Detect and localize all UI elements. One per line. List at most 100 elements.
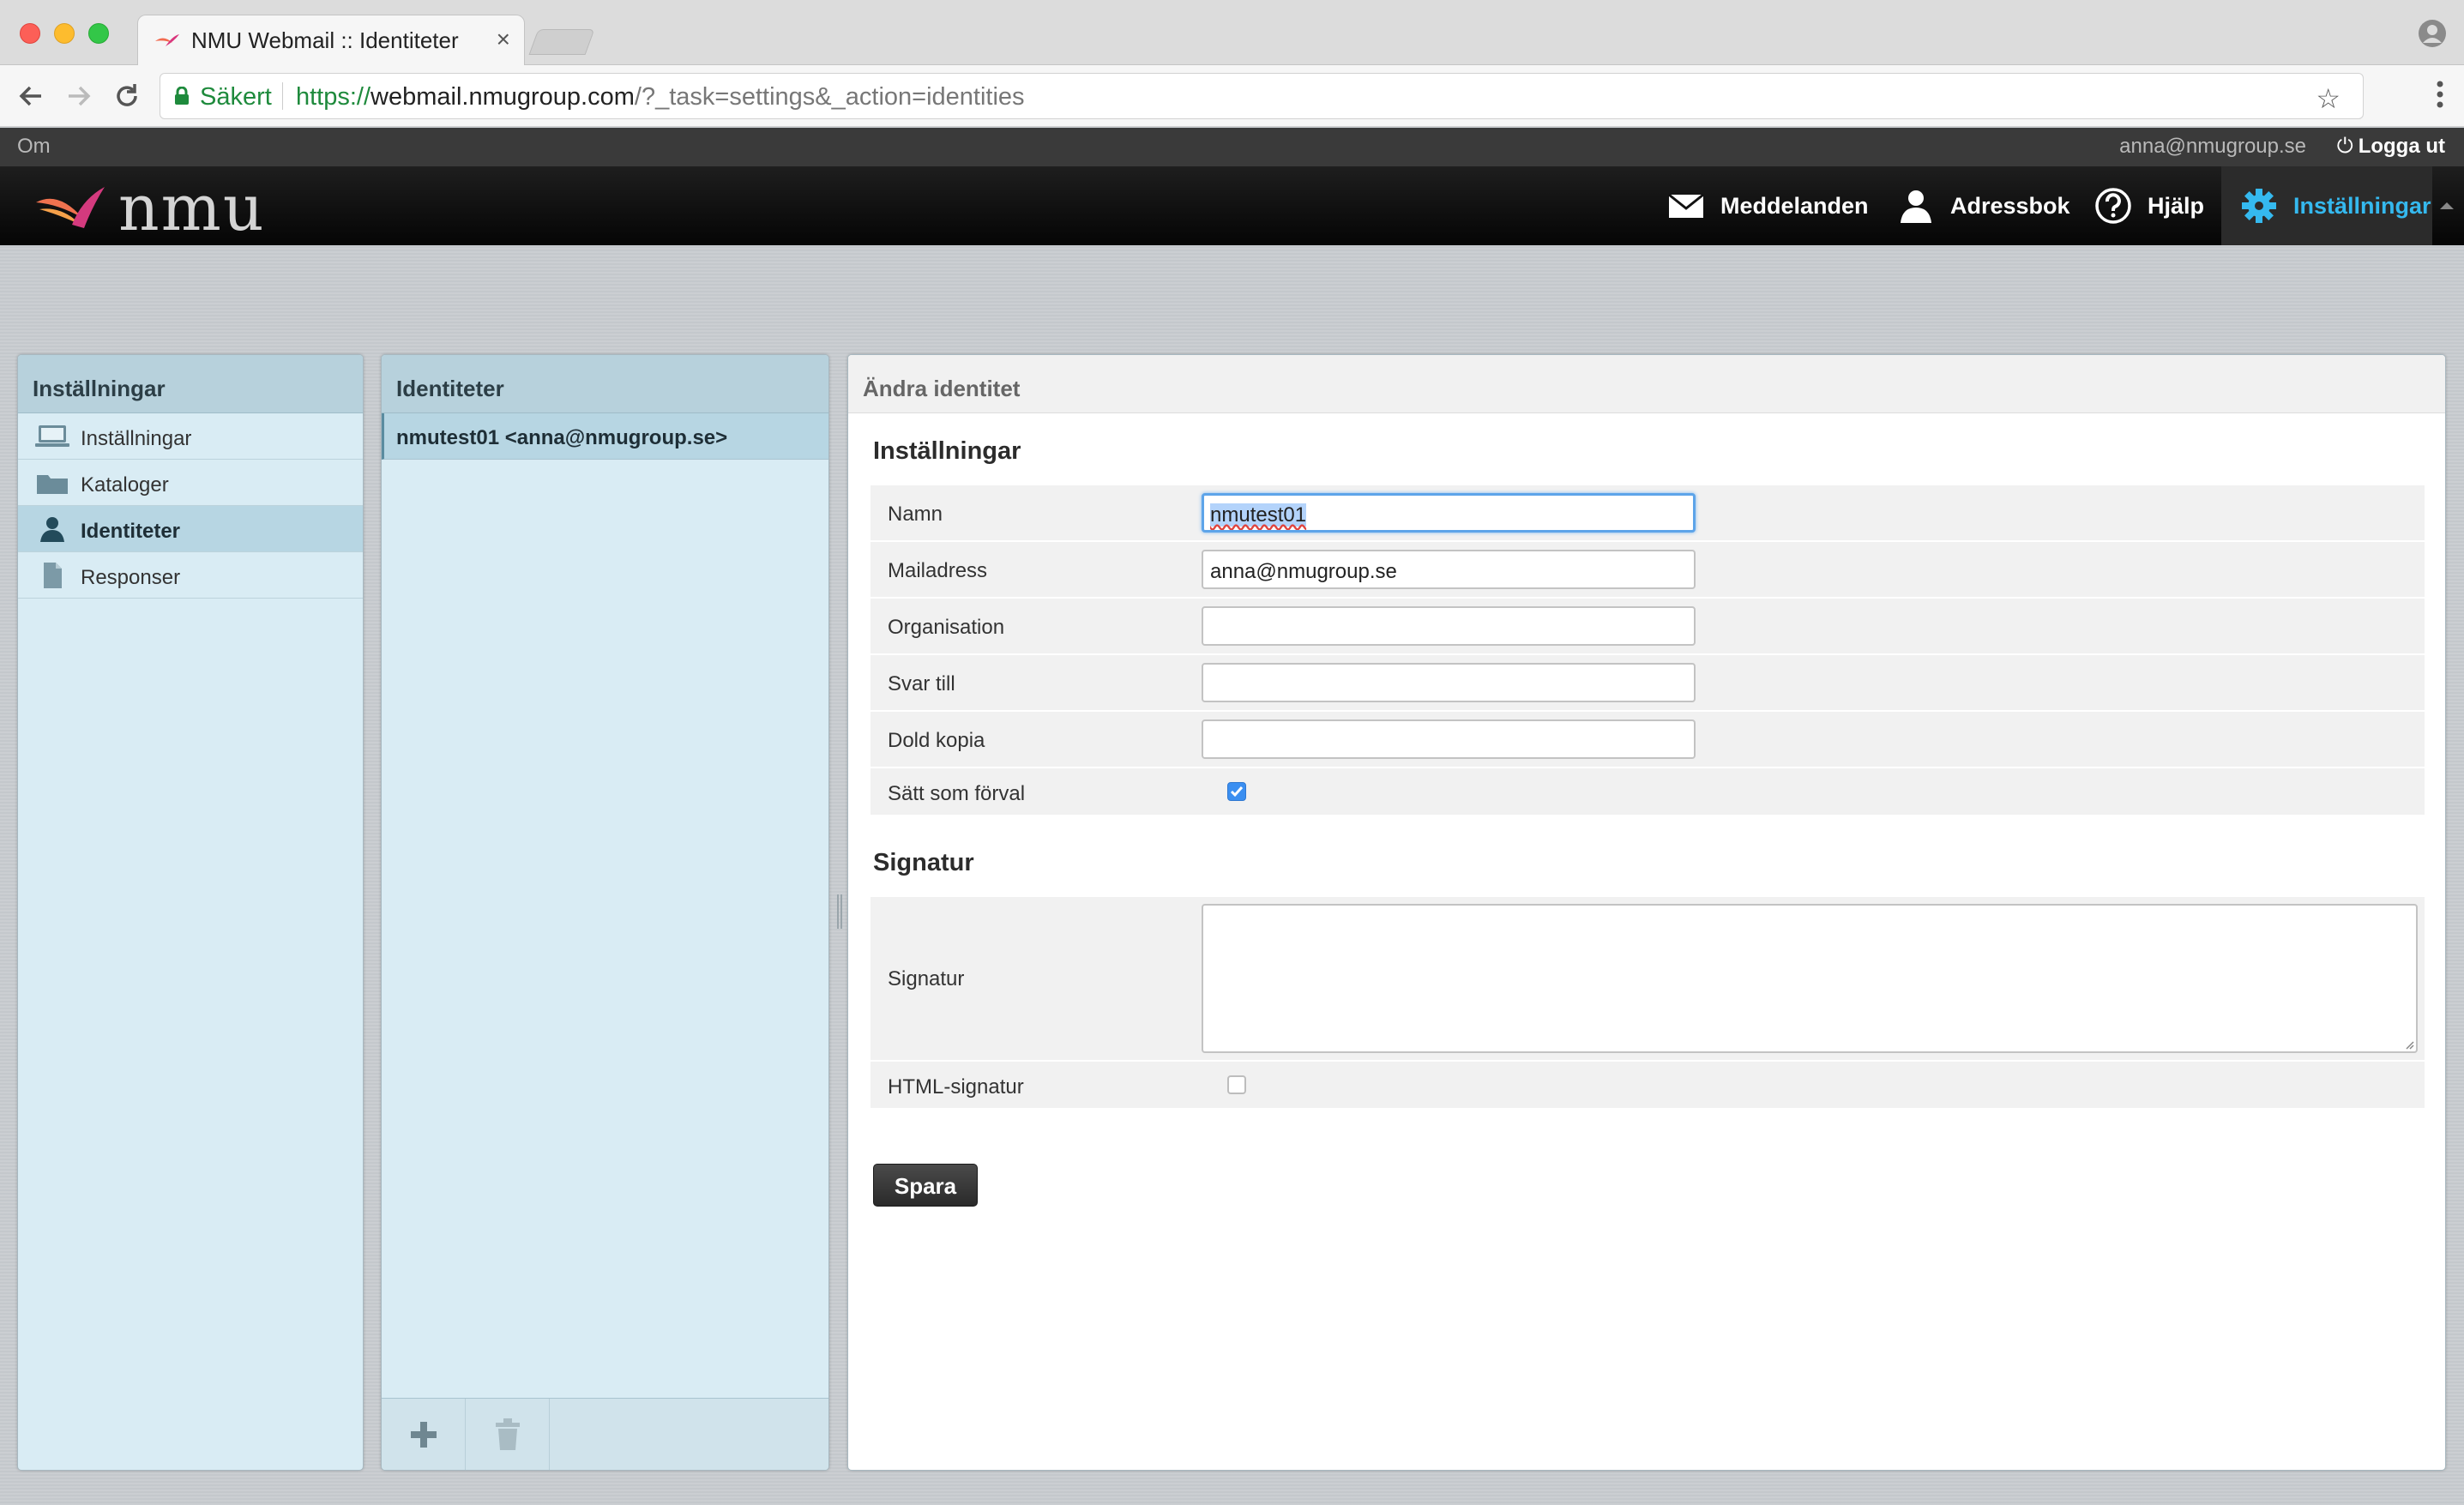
settings-sections-panel: Inställningar Inställningar Kataloger Id… [17,354,364,1471]
bcc-row: Dold kopia [871,712,2425,768]
section-item-preferences[interactable]: Inställningar [18,413,363,460]
identity-list-item[interactable]: nmutest01 <anna@nmugroup.se> [382,413,828,460]
set-default-checkbox[interactable] [1227,782,1246,801]
logo-text: nmu [118,172,266,245]
user-email: anna@nmugroup.se [2119,135,2306,158]
browser-tab[interactable]: NMU Webmail :: Identiteter × [137,15,525,66]
identities-list-panel: Identiteter nmutest01 <anna@nmugroup.se> [381,354,829,1471]
name-value: nmutest01 [1210,503,1307,527]
section-item-label: Responser [81,566,181,589]
lock-icon [175,87,189,105]
nav-settings-label: Inställningar [2293,192,2431,219]
help-icon [2095,188,2131,224]
logo-swoosh-icon [36,187,105,228]
nav-addressbook-label: Adressbok [1950,192,2070,219]
email-field[interactable]: anna@nmugroup.se [1202,550,1696,589]
nav-settings[interactable]: Inställningar [2221,166,2432,245]
section-item-label: Inställningar [81,427,192,450]
edit-panel-title: Ändra identitet [848,355,2445,413]
power-icon: ⏻ [2336,135,2353,158]
gear-icon [2242,189,2276,223]
header-scroll-up-icon[interactable] [2440,202,2454,209]
reply-to-row: Svar till [871,655,2425,712]
person-icon [1901,190,1931,223]
settings-panel-title: Inställningar [18,355,363,413]
reply-to-label: Svar till [888,672,955,695]
trash-icon [496,1418,520,1450]
html-signature-label: HTML-signatur [888,1075,1024,1099]
close-window-button[interactable] [20,23,40,44]
browser-toolbar: Säkert https://webmail.nmugroup.com/?_ta… [0,65,2464,127]
bookmark-star-icon[interactable]: ☆ [2316,82,2340,115]
folder-icon [37,475,68,494]
url-host: webmail.nmugroup.com [371,83,635,111]
secure-label: Säkert [200,83,272,111]
name-field[interactable]: nmutest01 [1202,493,1696,533]
nmu-logo[interactable]: nmu [33,172,298,245]
html-signature-checkbox[interactable] [1227,1075,1246,1094]
url-text[interactable]: https://webmail.nmugroup.com/?_task=sett… [296,83,1025,111]
section-item-identities[interactable]: Identiteter [18,506,363,552]
save-button[interactable]: Spara [873,1164,978,1207]
tab-close-icon[interactable]: × [497,26,510,53]
address-separator [282,82,283,110]
edit-identity-panel: Ändra identitet Inställningar Namn nmute… [847,354,2446,1471]
delete-identity-button[interactable] [466,1399,550,1470]
set-default-row: Sätt som förval [871,768,2425,816]
plus-icon [411,1422,437,1448]
nav-messages[interactable]: Meddelanden [1667,166,1869,245]
app-header: nmu Meddelanden Adressbok Hjälp Inställn… [0,166,2464,245]
nmu-favicon-icon [155,34,179,46]
identities-footer [382,1398,828,1470]
logout-button[interactable]: ⏻ Logga ut [2337,135,2445,159]
about-link[interactable]: Om [17,135,51,159]
name-label: Namn [888,503,943,526]
nav-help-label: Hjälp [2148,192,2205,219]
person-icon [40,517,64,542]
url-path: /?_task=settings&_action=identities [634,83,1025,111]
panel-splitter-handle[interactable] [836,894,843,929]
section-item-label: Identiteter [81,520,181,543]
identities-panel-title: Identiteter [382,355,828,413]
email-label: Mailadress [888,559,988,582]
browser-menu-icon[interactable] [2435,77,2445,111]
zoom-window-button[interactable] [88,23,109,44]
nav-help[interactable]: Hjälp [2094,166,2204,245]
reply-to-field[interactable] [1202,663,1696,702]
nav-addressbook[interactable]: Adressbok [1897,166,2070,245]
section-item-label: Kataloger [81,473,169,497]
profile-icon[interactable] [2418,19,2447,48]
url-protocol: https:// [296,83,371,111]
new-tab-button[interactable] [528,29,595,55]
organisation-row: Organisation [871,599,2425,655]
name-row: Namn nmutest01 [871,485,2425,542]
signature-row: Signatur [871,897,2425,1062]
html-signature-row: HTML-signatur [871,1062,2425,1110]
tab-title: NMU Webmail :: Identiteter [191,27,459,53]
forward-arrow-icon[interactable] [63,81,94,111]
organisation-field[interactable] [1202,606,1696,646]
settings-section-title: Inställningar [873,437,1021,465]
organisation-label: Organisation [888,616,1005,639]
computer-icon [35,425,69,447]
nav-messages-label: Meddelanden [1720,192,1869,219]
resize-grip-icon[interactable] [2404,1039,2414,1050]
email-row: Mailadress anna@nmugroup.se [871,542,2425,599]
section-item-folders[interactable]: Kataloger [18,460,363,506]
signature-textarea[interactable] [1202,904,2418,1053]
minimize-window-button[interactable] [54,23,75,44]
logout-label: Logga ut [2358,135,2445,158]
checkmark-icon [1230,786,1244,798]
add-identity-button[interactable] [382,1399,466,1470]
signature-label: Signatur [888,967,965,990]
envelope-icon [1668,193,1704,218]
top-info-bar: Om anna@nmugroup.se ⏻ Logga ut [0,128,2464,166]
address-bar[interactable]: Säkert https://webmail.nmugroup.com/?_ta… [160,73,2364,119]
signature-section-title: Signatur [873,849,974,876]
back-arrow-icon[interactable] [15,81,46,111]
bcc-label: Dold kopia [888,729,985,752]
browser-titlebar: NMU Webmail :: Identiteter × [0,0,2464,66]
section-item-responses[interactable]: Responser [18,552,363,599]
reload-icon[interactable] [111,81,142,111]
bcc-field[interactable] [1202,719,1696,759]
